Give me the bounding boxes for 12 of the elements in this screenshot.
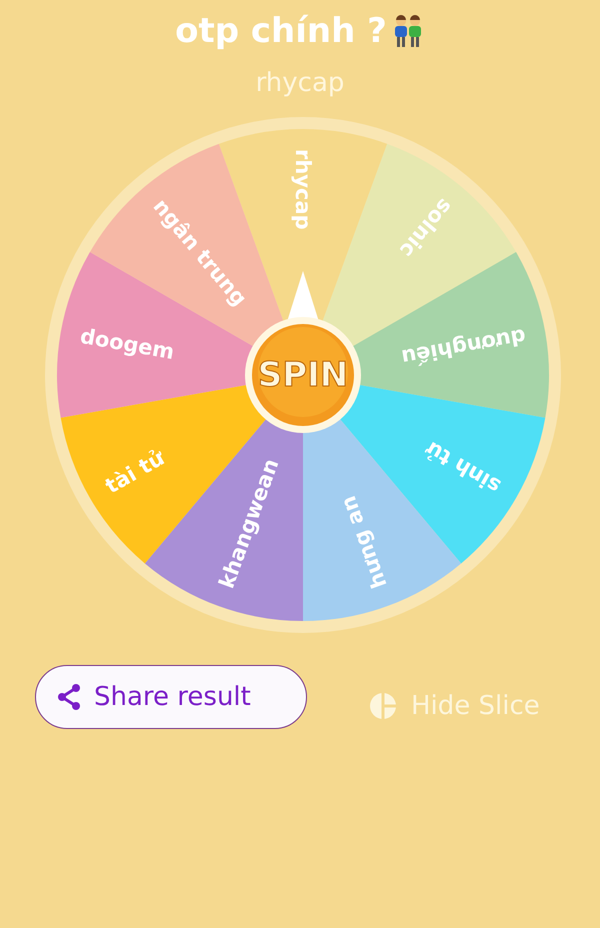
spin-button[interactable]: SPIN — [245, 317, 361, 433]
share-button[interactable]: Share result — [35, 665, 307, 729]
pie-chart-icon — [369, 692, 397, 720]
slice-label: doogem — [78, 324, 176, 364]
share-icon — [56, 684, 82, 710]
result-text: rhycap — [256, 68, 344, 98]
slice-label: rhycap — [291, 149, 315, 230]
slice-label: sinh tử — [422, 436, 505, 498]
wheel-title: otp chính ? — [175, 10, 387, 52]
hide-slice-link[interactable]: Hide Slice — [411, 691, 540, 721]
slice-label: tài tử — [101, 446, 168, 498]
slice-label: hưng an — [336, 492, 392, 592]
